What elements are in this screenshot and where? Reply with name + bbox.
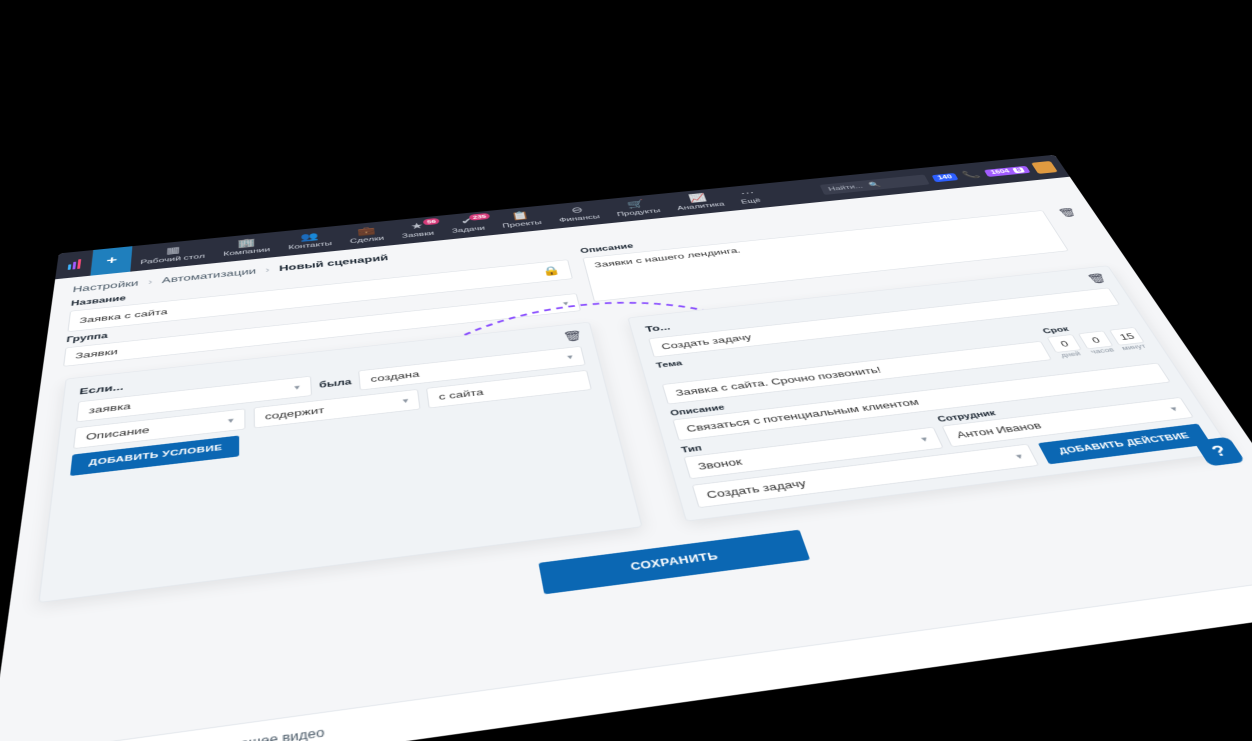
add-action-button[interactable]: ДОБАВИТЬ ДЕЙСТВИЕ [1038, 423, 1212, 464]
nav-label: Задачи [451, 225, 485, 234]
nav-item-4[interactable]: ★Заявки 56 [391, 216, 444, 245]
avatar[interactable] [1031, 161, 1058, 174]
was-label: была [319, 377, 352, 390]
phone-icon[interactable]: 📞 [961, 169, 983, 180]
nav-icon: ⊖ [570, 206, 584, 215]
assignee-label: Сотрудник [936, 387, 1179, 424]
nav-badge: 235 [469, 213, 490, 221]
assignee-select[interactable]: Антон Иванов [941, 397, 1194, 447]
nav-label: Сделки [350, 235, 385, 245]
nav-badge: 56 [423, 218, 440, 226]
logo-icon [67, 259, 81, 270]
counter-badge-1[interactable]: 140 [931, 173, 959, 182]
breadcrumb-settings[interactable]: Настройки [72, 278, 139, 294]
nav-item-5[interactable]: ✔Задачи235 [440, 211, 495, 240]
delete-icon[interactable]: 🗑 [561, 329, 583, 343]
entity-select[interactable]: заявка [76, 376, 312, 422]
nav-label: Ещё [740, 197, 762, 205]
field-select[interactable]: Описание [73, 409, 245, 449]
nav-label: Финансы [558, 214, 600, 224]
chevron-right-icon: › [265, 265, 270, 274]
nav-label: Контакты [288, 240, 332, 251]
type-label: Тип [680, 417, 932, 455]
nav-item-3[interactable]: 💼Сделки [340, 221, 394, 251]
nav-icon: 📈 [688, 194, 708, 203]
nav-icon: ★ [410, 222, 424, 231]
counter-badge-2[interactable]: 1604 8 [984, 166, 1030, 177]
nav-label: Продукты [616, 207, 661, 217]
nav-label: Компании [223, 246, 270, 257]
nav-icon: ▦ [166, 246, 180, 256]
nav-label: Проекты [502, 219, 542, 229]
nav-icon: 🛒 [626, 200, 646, 210]
search-input[interactable]: Найти...🔍 [819, 174, 929, 194]
type-select[interactable]: Звонок [683, 427, 943, 479]
nav-label: Заявки [402, 230, 435, 239]
search-icon: 🔍 [868, 181, 882, 188]
logo[interactable] [55, 250, 93, 279]
nav-label: Аналитика [676, 201, 725, 212]
operator-select[interactable]: содержит [253, 389, 421, 428]
nav-item-10[interactable]: ⋯Ещё [727, 184, 773, 211]
video-link[interactable]: Обучающее видео [192, 726, 324, 741]
add-condition-button[interactable]: ДОБАВИТЬ УСЛОВИЕ [70, 435, 239, 476]
delete-icon[interactable]: 🗑 [1056, 208, 1079, 218]
nav-icon: ⋯ [739, 189, 756, 198]
lock-icon: 🔒 [541, 265, 562, 278]
chevron-right-icon: › [148, 277, 153, 286]
new-button[interactable]: + [90, 246, 132, 276]
app-window: + ▦Рабочий стол🏢Компании👥Контакты💼Сделки… [0, 155, 1252, 741]
